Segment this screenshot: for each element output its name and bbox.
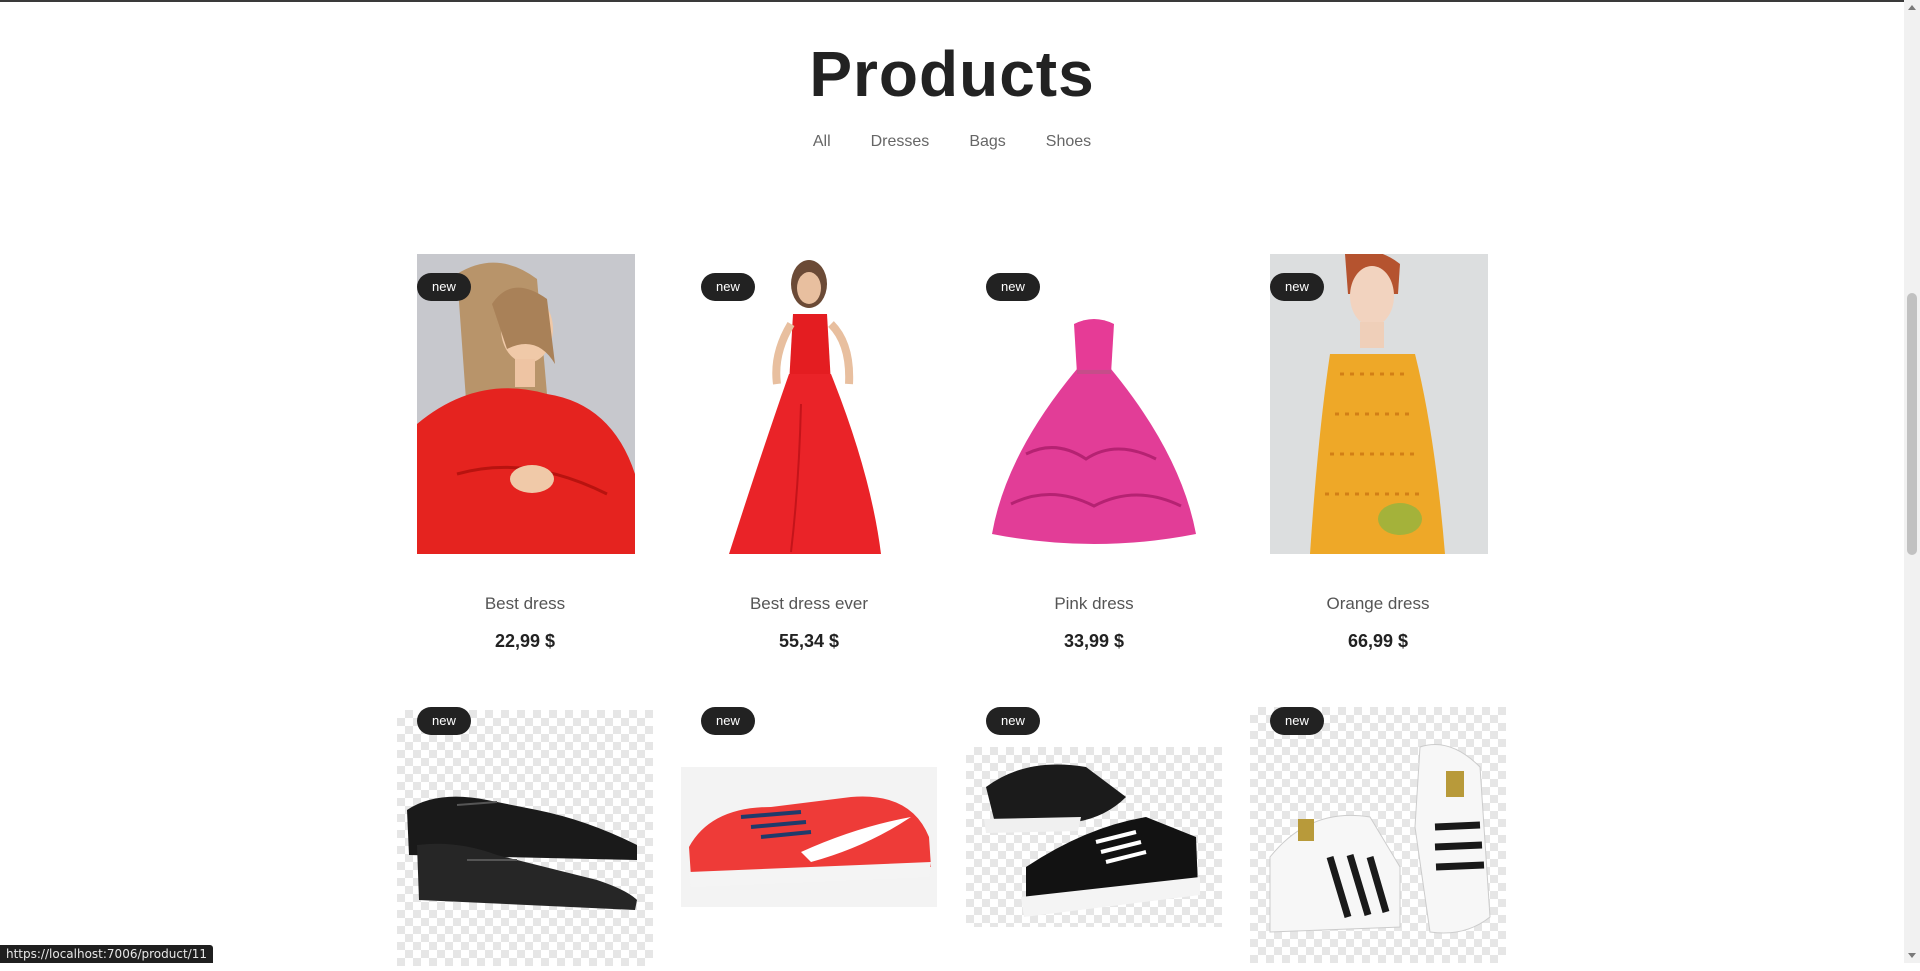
filter-all[interactable]: All [793, 130, 851, 154]
product-card-pink-dress[interactable]: new Pink dress 33,99 $ [966, 254, 1222, 654]
product-image-white-sneakers[interactable] [1250, 707, 1506, 963]
product-image-black-sneakers[interactable] [966, 747, 1222, 927]
scroll-up-icon[interactable] [1908, 5, 1916, 10]
product-price: 55,34 $ [778, 631, 840, 651]
product-price: 33,99 $ [1063, 631, 1125, 651]
product-image-red-sneaker[interactable] [681, 767, 937, 907]
product-name[interactable]: Best dress ever [681, 594, 937, 614]
product-card-black-leather-shoes[interactable]: new [397, 707, 653, 966]
product-image-black-shoes[interactable] [397, 710, 653, 966]
category-filter-bar: All Dresses Bags Shoes [0, 130, 1904, 154]
product-price: 22,99 $ [494, 631, 556, 651]
new-badge: new [417, 707, 471, 735]
scrollbar-thumb[interactable] [1907, 293, 1917, 555]
link-status-bar: https://localhost:7006/product/11 [0, 945, 213, 963]
new-badge: new [417, 273, 471, 301]
filter-dresses[interactable]: Dresses [851, 130, 950, 154]
product-card-best-dress[interactable]: new Best dress 22,99 $ [397, 254, 653, 654]
product-name[interactable]: Best dress [397, 594, 653, 614]
new-badge: new [1270, 273, 1324, 301]
new-badge: new [986, 273, 1040, 301]
product-card-red-running-sneaker[interactable]: new [681, 707, 937, 963]
product-card-orange-dress[interactable]: new Orange dress 66,99 $ [1250, 254, 1506, 654]
new-badge: new [1270, 707, 1324, 735]
new-badge: new [701, 707, 755, 735]
product-card-black-white-sneakers[interactable]: new [966, 707, 1222, 963]
filter-bags[interactable]: Bags [949, 130, 1025, 154]
filter-shoes[interactable]: Shoes [1026, 130, 1111, 154]
product-card-best-dress-ever[interactable]: new Best dress ever 55,34 $ [681, 254, 937, 654]
product-card-white-striped-sneakers[interactable]: new [1250, 707, 1506, 963]
product-price: 66,99 $ [1347, 631, 1409, 651]
new-badge: new [701, 273, 755, 301]
product-name[interactable]: Pink dress [966, 594, 1222, 614]
page-scrollbar[interactable] [1904, 0, 1920, 963]
product-name[interactable]: Orange dress [1250, 594, 1506, 614]
scroll-down-icon[interactable] [1908, 953, 1916, 958]
new-badge: new [986, 707, 1040, 735]
top-border [0, 0, 1904, 2]
page-title: Products [809, 38, 1095, 110]
